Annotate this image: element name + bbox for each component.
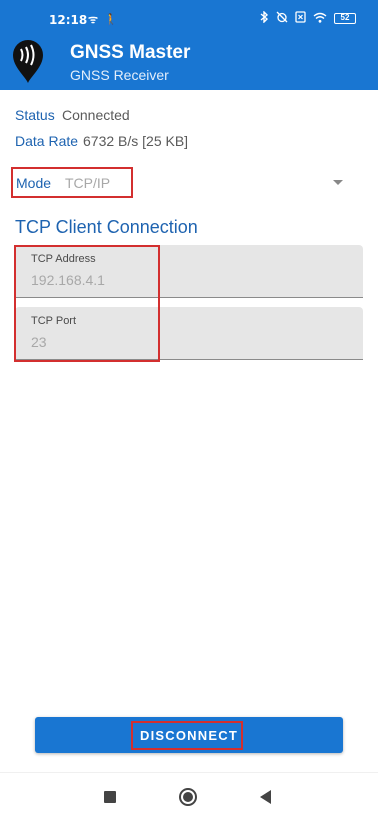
- sim-x-icon: [295, 11, 306, 26]
- status-bar: 12:18 ᯤ🚶 52: [0, 0, 378, 34]
- status-label: Status: [15, 107, 55, 123]
- fields-highlight-box: [14, 245, 160, 362]
- walk-icon: 🚶: [104, 14, 124, 26]
- recents-icon[interactable]: [104, 791, 116, 803]
- app-bar: 12:18 ᯤ🚶 52 GNSS Master GNSS Receiver: [0, 0, 378, 90]
- wifi-icon: [313, 12, 327, 26]
- gnss-logo-icon: [13, 40, 43, 83]
- back-icon[interactable]: [260, 790, 271, 804]
- data-rate-value: 6732 B/s [25 KB]: [83, 133, 189, 149]
- section-title: TCP Client Connection: [15, 217, 198, 237]
- wifi-signal-icon: ᯤ: [88, 14, 105, 26]
- alarm-off-icon: [276, 11, 288, 26]
- data-rate-label: Data Rate: [15, 133, 79, 149]
- app-subtitle: GNSS Receiver: [70, 67, 169, 83]
- disconnect-highlight-box: [131, 721, 243, 750]
- home-icon[interactable]: [179, 788, 197, 806]
- app-title: GNSS Master: [70, 42, 191, 63]
- chevron-down-icon[interactable]: [333, 180, 343, 185]
- status-value: Connected: [62, 107, 130, 123]
- status-right-icons: 52: [260, 10, 356, 26]
- battery-icon: 52: [334, 13, 356, 24]
- status-left-icons: ᯤ🚶: [88, 12, 124, 27]
- status-time: 12:18: [49, 13, 88, 27]
- bluetooth-icon: [260, 10, 269, 26]
- system-nav-bar: [0, 772, 378, 819]
- mode-highlight-box: [11, 167, 133, 198]
